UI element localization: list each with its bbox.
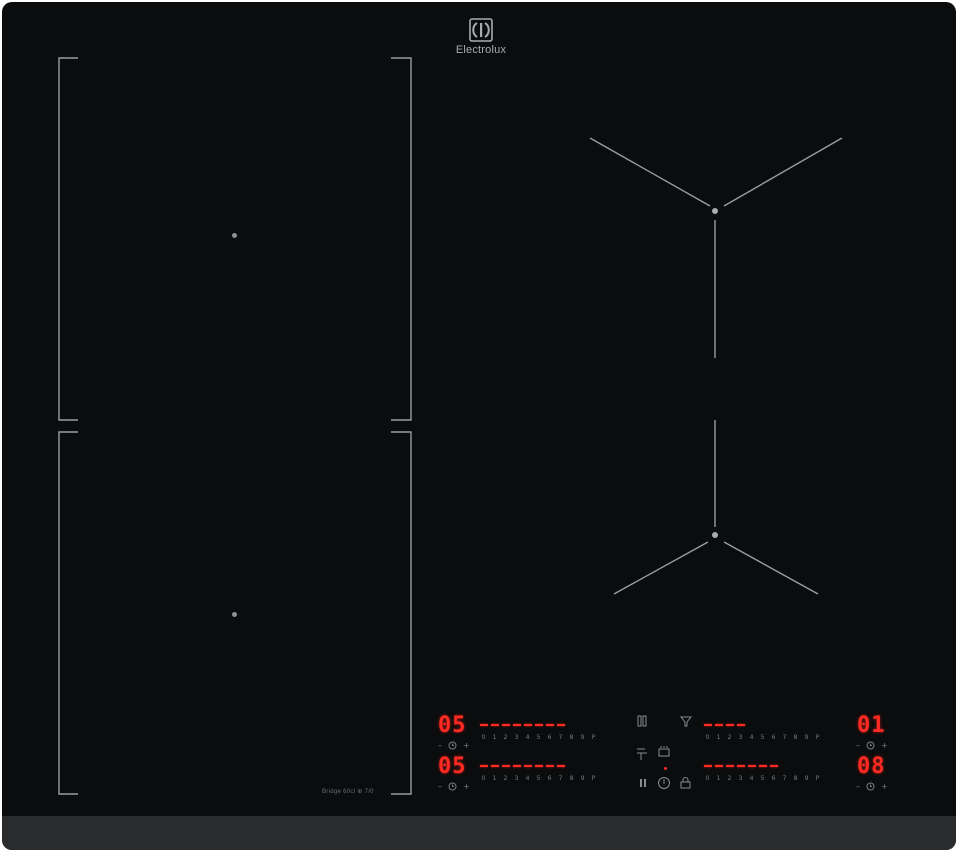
left-zone-lower-outline xyxy=(58,431,78,795)
hood-icon xyxy=(680,716,692,727)
cooking-zones-graphic xyxy=(58,57,843,795)
rear-right-power-slider[interactable]: 0123456789P xyxy=(704,734,821,741)
front-left-power-display: 05 xyxy=(438,754,467,779)
timer-plus-button[interactable]: + xyxy=(463,741,470,750)
left-zone-lower-outline-right xyxy=(391,431,412,795)
timer-clock-icon xyxy=(866,782,875,791)
right-front-zone-marker xyxy=(712,532,718,538)
timer-minus-button[interactable]: – xyxy=(856,782,860,791)
timer-plus-button[interactable]: + xyxy=(881,782,888,791)
front-right-power-slider[interactable]: 0123456789P xyxy=(704,775,821,782)
power-button[interactable] xyxy=(657,776,671,790)
rear-right-power-display: 01 xyxy=(857,713,886,738)
rear-left-power-slider[interactable]: 0123456789P xyxy=(480,734,597,741)
brand-name: Electrolux xyxy=(455,44,507,56)
power-icon xyxy=(658,777,670,789)
electrolux-logo-icon xyxy=(469,18,493,42)
brand: Electrolux xyxy=(450,18,512,56)
left-zone-upper-outline-right xyxy=(391,57,412,421)
timer-clock-icon xyxy=(448,741,457,750)
model-label: Bridge 60cl ⊕ 7/0 xyxy=(322,789,374,795)
front-right-level-bar xyxy=(704,765,778,767)
front-left-power-slider[interactable]: 0123456789P xyxy=(480,775,597,782)
keep-warm-button[interactable] xyxy=(635,745,649,761)
front-left-timer-controls: – + xyxy=(438,782,470,791)
front-right-power-display: 08 xyxy=(857,754,886,779)
pause-icon xyxy=(640,779,646,787)
rear-left-timer-controls: – + xyxy=(438,741,470,750)
keep-warm-icon xyxy=(637,748,647,760)
timer-plus-button[interactable]: + xyxy=(463,782,470,791)
boil-button[interactable] xyxy=(657,745,671,757)
induction-hob: Electrolux Bridge 60cl ⊕ 7/0 05 01234567… xyxy=(2,2,956,850)
right-rear-zone-marker xyxy=(712,208,718,214)
left-zone-upper-outline xyxy=(58,57,78,421)
right-rear-zone-line-left xyxy=(589,137,711,207)
timer-clock-icon xyxy=(448,782,457,791)
rear-right-timer-controls: – + xyxy=(856,741,888,750)
rear-left-power-display: 05 xyxy=(438,713,467,738)
lock-button[interactable] xyxy=(680,776,691,789)
timer-plus-button[interactable]: + xyxy=(881,741,888,750)
front-left-level-bar xyxy=(480,765,565,767)
rear-right-level-bar xyxy=(704,724,745,726)
hob-frame-edge xyxy=(2,816,956,850)
right-front-zone-line-right xyxy=(723,541,819,595)
pause-button[interactable] xyxy=(639,778,647,788)
right-rear-zone-line-right xyxy=(723,137,843,207)
front-right-timer-controls: – + xyxy=(856,782,888,791)
left-front-zone-marker xyxy=(232,612,237,617)
status-indicator xyxy=(664,767,667,770)
lock-icon xyxy=(680,777,691,789)
pot-icon xyxy=(658,746,670,757)
timer-minus-button[interactable]: – xyxy=(856,741,860,750)
timer-minus-button[interactable]: – xyxy=(438,782,442,791)
right-front-zone-line-left xyxy=(613,541,709,595)
left-rear-zone-marker xyxy=(232,233,237,238)
hob2hood-button[interactable] xyxy=(680,715,692,727)
timer-minus-button[interactable]: – xyxy=(438,741,442,750)
bridge-icon xyxy=(637,715,647,727)
rear-left-level-bar xyxy=(480,724,565,726)
bridge-button[interactable] xyxy=(637,715,647,727)
timer-clock-icon xyxy=(866,741,875,750)
